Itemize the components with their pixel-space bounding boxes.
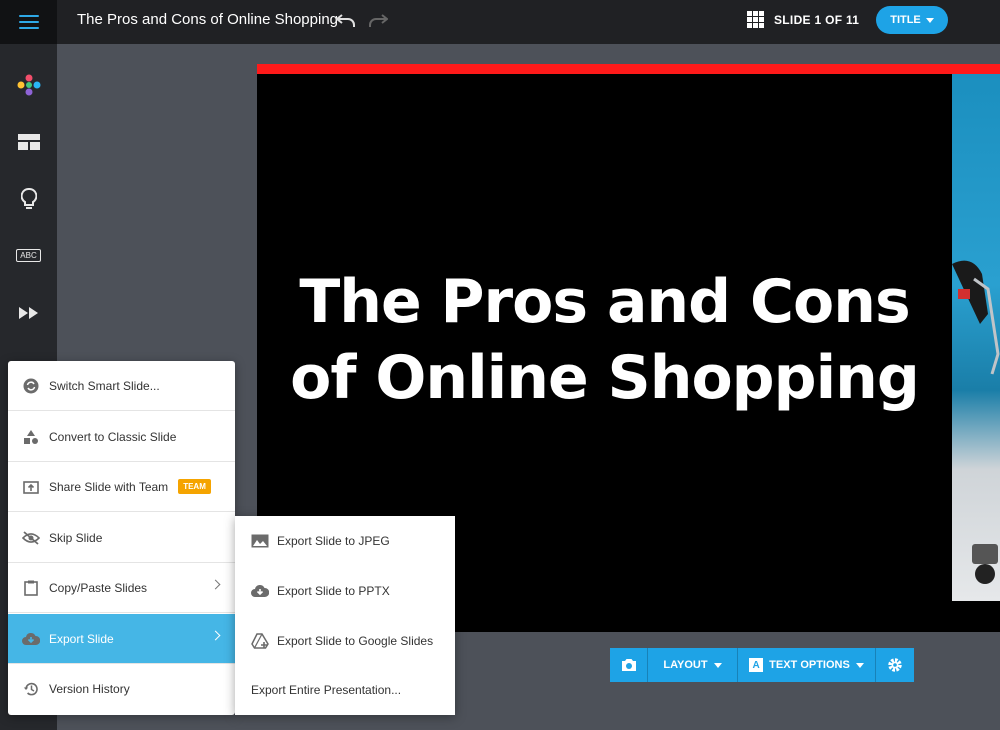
text-format-icon: A <box>749 658 764 672</box>
palette-icon <box>17 74 40 96</box>
grid-icon <box>747 11 764 28</box>
slide-counter-label: SLIDE 1 OF 11 <box>774 12 860 27</box>
undo-button[interactable] <box>334 9 358 33</box>
slide-settings-button[interactable] <box>876 648 914 682</box>
export-pptx-item[interactable]: Export Slide to PPTX <box>235 566 455 616</box>
slide-context-menu: Switch Smart Slide... Convert to Classic… <box>8 361 235 715</box>
sidebar-item-text[interactable]: ABC <box>0 235 57 275</box>
submenu-item-label: Export Slide to PPTX <box>277 584 390 598</box>
title-dropdown-button[interactable]: TITLE <box>876 6 948 34</box>
slide-counter-button[interactable]: SLIDE 1 OF 11 <box>747 11 859 28</box>
slide-accent-bar <box>257 64 1000 74</box>
layout-icon <box>17 134 40 150</box>
menu-item-version-history[interactable]: Version History <box>8 664 235 714</box>
sidebar-item-ideas[interactable] <box>0 179 57 219</box>
menu-item-convert-classic[interactable]: Convert to Classic Slide <box>8 412 235 462</box>
top-bar: The Pros and Cons of Online Shopping SLI… <box>0 0 1000 44</box>
document-title[interactable]: The Pros and Cons of Online Shopping <box>77 11 338 28</box>
submenu-item-label: Export Slide to Google Slides <box>277 634 434 648</box>
share-icon <box>23 480 39 494</box>
menu-item-export-slide[interactable]: Export Slide <box>8 614 235 664</box>
cloud-download-icon <box>22 632 40 645</box>
google-drive-icon <box>251 633 269 649</box>
text-options-label: TEXT OPTIONS <box>769 659 850 671</box>
layout-dropdown-button[interactable]: LAYOUT <box>648 648 738 682</box>
main-menu-button[interactable] <box>0 0 57 44</box>
switch-icon <box>23 378 39 393</box>
eye-off-icon <box>22 530 40 545</box>
clipboard-icon <box>24 580 38 596</box>
submenu-item-label: Export Entire Presentation... <box>251 683 402 697</box>
menu-item-label: Export Slide <box>49 631 114 646</box>
caret-down-icon <box>713 662 722 668</box>
menu-item-label: Skip Slide <box>49 530 103 545</box>
image-icon <box>251 534 269 548</box>
export-entire-presentation-item[interactable]: Export Entire Presentation... <box>235 665 455 715</box>
menu-item-share-team[interactable]: Share Slide with Team TEAM <box>8 462 235 512</box>
chevron-right-icon <box>210 630 221 641</box>
history-icon <box>23 682 38 696</box>
redo-icon <box>369 14 388 27</box>
team-badge: TEAM <box>178 479 211 494</box>
menu-item-label: Switch Smart Slide... <box>49 378 160 393</box>
caret-down-icon <box>855 662 864 668</box>
caret-down-icon <box>925 17 934 23</box>
menu-item-skip-slide[interactable]: Skip Slide <box>8 513 235 563</box>
layout-label: LAYOUT <box>663 659 708 671</box>
gear-icon <box>888 658 902 672</box>
lightbulb-icon <box>20 188 37 209</box>
sidebar-item-transitions[interactable] <box>0 293 57 333</box>
text-options-dropdown-button[interactable]: A TEXT OPTIONS <box>738 648 876 682</box>
sidebar-item-layouts[interactable] <box>0 122 57 162</box>
screenshot-button[interactable] <box>610 648 648 682</box>
export-jpeg-item[interactable]: Export Slide to JPEG <box>235 516 455 566</box>
menu-item-copy-paste[interactable]: Copy/Paste Slides <box>8 563 235 613</box>
export-google-slides-item[interactable]: Export Slide to Google Slides <box>235 616 455 666</box>
menu-item-label: Convert to Classic Slide <box>49 429 177 444</box>
abc-icon: ABC <box>16 248 41 262</box>
undo-icon <box>336 14 355 27</box>
menu-item-switch-smart-slide[interactable]: Switch Smart Slide... <box>8 361 235 411</box>
shapes-icon <box>24 429 38 444</box>
chevron-right-icon <box>210 579 221 590</box>
sidebar-item-colors[interactable] <box>0 65 57 105</box>
slide-title-line-1: The Pros and Cons <box>299 267 910 337</box>
menu-item-label: Copy/Paste Slides <box>49 580 148 595</box>
title-button-label: TITLE <box>890 14 921 26</box>
menu-item-label: Version History <box>49 682 130 696</box>
photo-image <box>952 260 1000 584</box>
camera-icon <box>621 659 636 671</box>
hamburger-icon <box>18 15 39 29</box>
slide-title[interactable]: The Pros and Cons of Online Shopping <box>257 264 952 416</box>
fast-forward-icon <box>18 307 38 319</box>
export-submenu: Export Slide to JPEG Export Slide to PPT… <box>235 516 455 715</box>
redo-button[interactable] <box>366 9 390 33</box>
slide-title-line-2: of Online Shopping <box>290 343 920 413</box>
slide-photo[interactable] <box>952 74 1000 601</box>
cloud-download-icon <box>251 584 269 597</box>
slide-toolbar: LAYOUT A TEXT OPTIONS <box>610 648 914 682</box>
submenu-item-label: Export Slide to JPEG <box>277 534 390 548</box>
menu-item-label: Share Slide with Team <box>49 479 169 494</box>
